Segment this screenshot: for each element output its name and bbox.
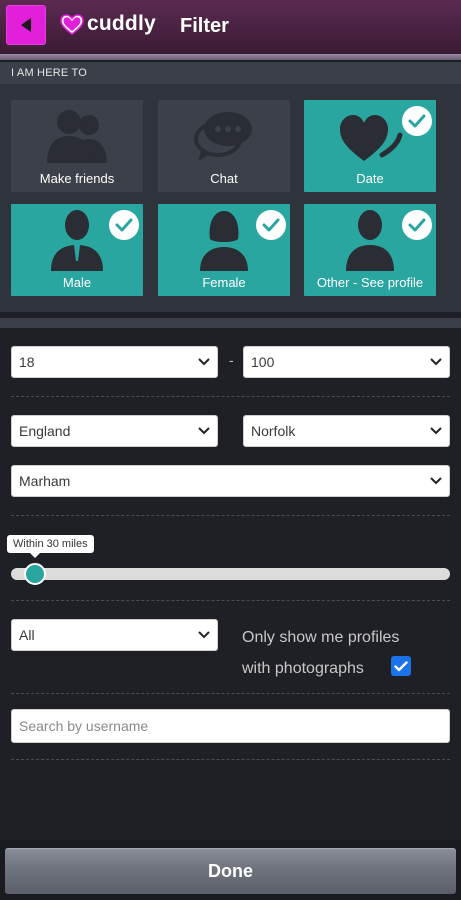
check-icon [256, 210, 286, 240]
distance-slider-thumb[interactable] [24, 563, 46, 585]
country-value: England [19, 423, 71, 439]
age-separator: - [229, 352, 234, 368]
divider [11, 693, 450, 694]
chevron-down-icon [430, 427, 442, 435]
done-button[interactable]: Done [5, 848, 456, 894]
chevron-down-icon [430, 477, 442, 485]
tile-label: Male [62, 275, 92, 290]
back-arrow-icon [21, 18, 31, 32]
filter-screen: cuddly Filter I AM HERE TO Make friends [0, 0, 461, 900]
chevron-down-icon [430, 358, 442, 366]
section-label: I AM HERE TO [11, 67, 87, 79]
check-icon [402, 210, 432, 240]
person-icon [346, 210, 394, 271]
username-search-input[interactable] [11, 709, 450, 743]
distance-slider-track[interactable] [11, 568, 450, 580]
section-divider [0, 318, 461, 328]
hearts-icon [340, 115, 403, 161]
logo[interactable]: cuddly [60, 12, 156, 36]
divider [11, 600, 450, 601]
tile-date[interactable]: Date [304, 100, 436, 192]
header: cuddly Filter [0, 0, 461, 54]
profile-type-value: All [19, 627, 35, 643]
tile-label: Chat [210, 171, 238, 186]
divider [11, 759, 450, 760]
checkmark-icon [394, 660, 408, 671]
photos-label-line1: Only show me profiles [242, 629, 400, 646]
header-divider [0, 54, 461, 60]
heart-icon [60, 13, 84, 35]
tile-chat[interactable]: Chat [158, 100, 290, 192]
profile-type-select[interactable]: All [11, 619, 218, 651]
chevron-down-icon [198, 631, 210, 639]
town-select[interactable]: Marham [11, 465, 450, 497]
female-person-icon [200, 211, 248, 271]
logo-text: cuddly [87, 12, 156, 35]
age-max-select[interactable]: 100 [243, 346, 450, 378]
back-button[interactable] [6, 5, 46, 45]
age-max-value: 100 [251, 354, 275, 370]
friends-icon [47, 110, 107, 163]
age-min-select[interactable]: 18 [11, 346, 218, 378]
photos-only-label: Only show me profiles with photographs [242, 622, 399, 684]
divider [11, 396, 450, 397]
divider [11, 515, 450, 516]
photos-label-line2: with photographs [242, 660, 364, 677]
tile-male[interactable]: Male [11, 204, 143, 296]
tooltip-arrow [30, 553, 40, 558]
tile-label: Other - See profile [316, 275, 424, 290]
county-value: Norfolk [251, 423, 296, 439]
tile-label: Make friends [39, 171, 115, 186]
tile-female[interactable]: Female [158, 204, 290, 296]
check-icon [402, 106, 432, 136]
chevron-down-icon [198, 358, 210, 366]
chevron-down-icon [198, 427, 210, 435]
page-title: Filter [180, 15, 229, 37]
tile-label: Date [356, 171, 384, 186]
country-select[interactable]: England [11, 415, 218, 447]
distance-tooltip: Within 30 miles [7, 535, 94, 553]
male-person-icon [51, 210, 103, 271]
check-icon [109, 210, 139, 240]
tile-other[interactable]: Other - See profile [304, 204, 436, 296]
chat-bubbles-icon [194, 112, 252, 161]
tile-make-friends[interactable]: Make friends [11, 100, 143, 192]
county-select[interactable]: Norfolk [243, 415, 450, 447]
photos-only-checkbox[interactable] [391, 656, 411, 676]
tile-label: Female [202, 275, 246, 290]
town-value: Marham [19, 473, 71, 489]
age-min-value: 18 [19, 354, 35, 370]
